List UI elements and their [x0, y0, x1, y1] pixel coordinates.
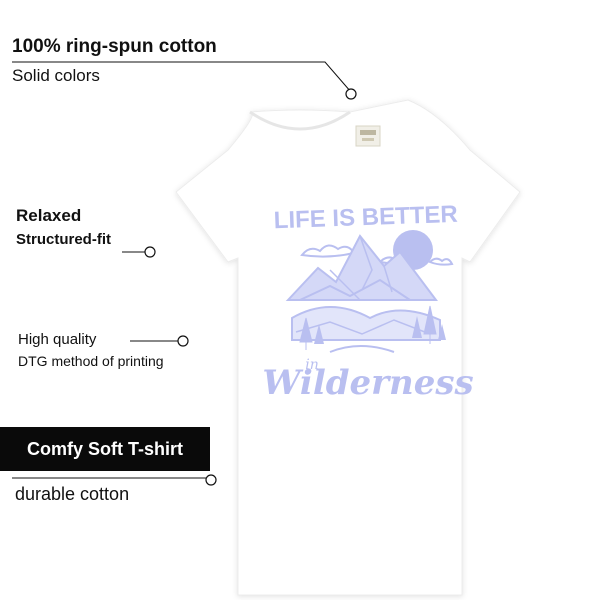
feature-fit-title: Relaxed	[16, 206, 82, 225]
print-line-3: Wilderness	[262, 363, 473, 403]
feature-print-title: High quality	[18, 331, 97, 348]
callout-dot-2	[144, 246, 156, 258]
neck-label	[355, 125, 381, 147]
callout-dot-1	[345, 88, 357, 100]
feature-print-subtitle: DTG method of printing	[18, 353, 164, 369]
feature-cotton-subtitle: Solid colors	[12, 66, 100, 85]
feature-durable: durable cotton	[15, 484, 130, 504]
feature-cotton-title: 100% ring-spun cotton	[12, 36, 217, 57]
comfy-badge-label: Comfy Soft T-shirt	[27, 438, 183, 459]
feature-fit-subtitle: Structured-fit	[16, 231, 111, 248]
tshirt-image: LIFE IS BETTER in Wilderness	[12, 61, 521, 596]
comfy-badge: Comfy Soft T-shirt	[0, 427, 210, 471]
callout-dot-3	[177, 335, 189, 347]
callout-dot-4	[205, 474, 217, 486]
